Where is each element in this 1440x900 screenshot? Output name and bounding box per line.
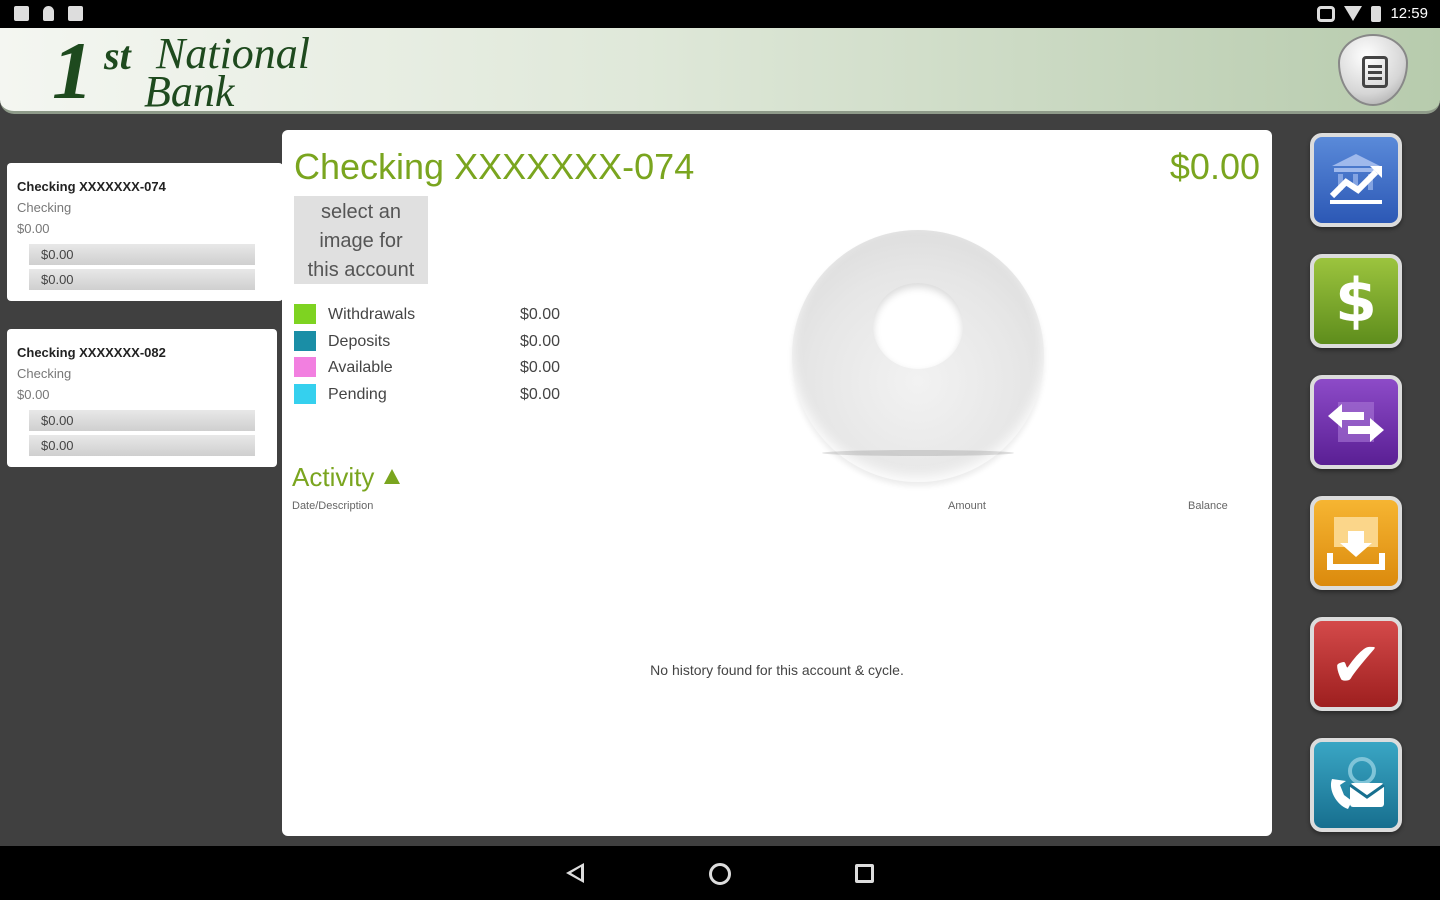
triangle-up-icon: [384, 469, 401, 484]
legend-row-available: Available $0.00: [294, 355, 574, 382]
select-image-button[interactable]: select an image for this account: [294, 196, 428, 284]
navigation-bar: [0, 846, 1440, 900]
account-card-074[interactable]: Checking XXXXXXX-074 Checking $0.00 $0.0…: [7, 163, 283, 301]
account-title: Checking XXXXXXX-074: [294, 146, 695, 187]
select-image-line: image for: [319, 230, 403, 252]
bill-pay-check-icon: ✔: [1330, 627, 1382, 701]
activity-title: Activity: [292, 462, 375, 492]
legend-swatch: [294, 357, 316, 377]
account-name: Checking XXXXXXX-082: [17, 345, 166, 360]
account-bar-2: $0.00: [29, 435, 255, 456]
location-icon: [43, 6, 54, 21]
battery-icon: [1371, 5, 1382, 22]
select-image-line: select an: [320, 201, 402, 223]
legend-label: Withdrawals: [328, 306, 416, 323]
accounts-button[interactable]: [1310, 133, 1402, 227]
account-bar-1: $0.00: [29, 244, 255, 265]
bank-logo: 1 st National Bank: [48, 25, 318, 116]
legend-swatch: [294, 330, 316, 351]
lock-button[interactable]: [1338, 34, 1408, 106]
transfer-button[interactable]: [1310, 375, 1402, 469]
column-header-amount: Amount: [948, 500, 986, 512]
logo-bank: Bank: [144, 67, 235, 116]
legend-swatch: [294, 383, 316, 404]
accounts-chart-icon: [1314, 137, 1398, 223]
home-icon[interactable]: [709, 863, 731, 885]
account-bar-1: $0.00: [29, 410, 255, 431]
column-header-balance: Balance: [1188, 500, 1228, 512]
recent-apps-icon[interactable]: [855, 864, 874, 883]
legend-value: $0.00: [520, 332, 561, 350]
legend-value: $0.00: [520, 385, 561, 403]
notification-icon: [14, 6, 29, 21]
logo-st: st: [104, 33, 131, 78]
account-name: Checking XXXXXXX-074: [17, 179, 166, 194]
dollar-icon: $: [1335, 266, 1377, 336]
legend-row-deposits: Deposits $0.00: [294, 329, 574, 356]
donut-shadow: [822, 450, 1014, 456]
legend-value: $0.00: [520, 359, 561, 376]
bill-pay-button[interactable]: ✔: [1310, 617, 1402, 711]
deposit-download-icon: [1314, 500, 1398, 586]
account-detail-panel: Checking XXXXXXX-074 $0.00 select an ima…: [282, 130, 1272, 836]
legend-label: Pending: [328, 385, 387, 403]
photo-icon: [68, 6, 83, 21]
logo-one: 1: [52, 25, 93, 116]
wifi-icon: [1344, 6, 1363, 21]
account-type: Checking: [17, 366, 72, 381]
transfer-icon: [1314, 379, 1398, 465]
activity-toggle[interactable]: Activity: [292, 462, 401, 493]
select-image-line: this account: [307, 259, 415, 281]
app-header: 1 st National Bank: [0, 28, 1440, 114]
legend-row-withdrawals: Withdrawals $0.00: [294, 302, 574, 329]
vibrate-icon: [1317, 5, 1336, 22]
status-time: 12:59: [1390, 5, 1428, 22]
status-bar: 12:59: [0, 0, 1440, 28]
legend-label: Available: [328, 359, 393, 376]
dollar-button[interactable]: $: [1310, 254, 1402, 348]
lock-icon: [1362, 56, 1388, 88]
account-bar-2: $0.00: [29, 269, 255, 290]
account-balance: $0.00: [17, 387, 50, 402]
account-card-082[interactable]: Checking XXXXXXX-082 Checking $0.00 $0.0…: [7, 329, 277, 467]
account-balance: $0.00: [17, 221, 50, 236]
legend-value: $0.00: [520, 306, 561, 323]
contact-button[interactable]: [1310, 738, 1402, 832]
deposit-button[interactable]: [1310, 496, 1402, 590]
legend-label: Deposits: [328, 332, 391, 350]
empty-history-message: No history found for this account & cycl…: [650, 662, 904, 678]
legend-swatch: [294, 304, 316, 324]
legend-row-pending: Pending $0.00: [294, 382, 574, 409]
account-total: $0.00: [1169, 146, 1260, 187]
account-type: Checking: [17, 200, 72, 215]
balance-donut-chart: [792, 230, 1044, 482]
donut-hole: [873, 283, 963, 369]
column-header-date: Date/Description: [292, 500, 374, 512]
contact-icon: [1314, 742, 1398, 828]
balance-legend: Withdrawals $0.00 Deposits $0.00 Availab…: [294, 302, 574, 408]
back-icon[interactable]: [566, 863, 584, 883]
